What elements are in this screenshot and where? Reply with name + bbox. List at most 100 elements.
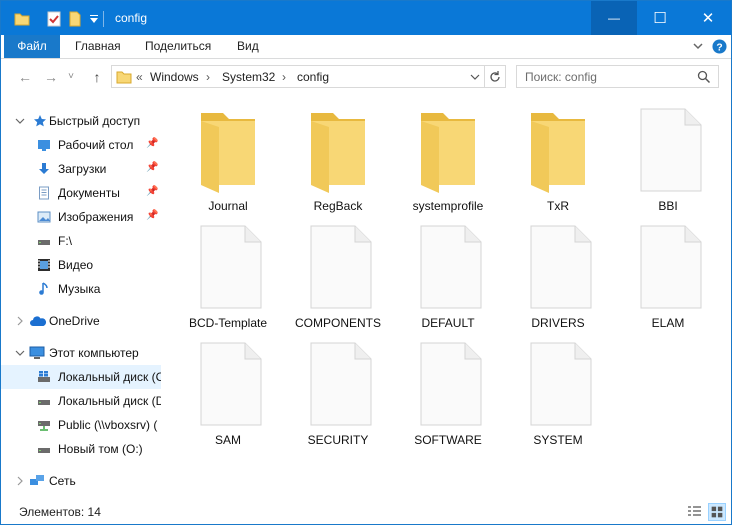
folder-icon (531, 113, 585, 193)
file-item[interactable]: BCD-Template (173, 216, 283, 330)
sidebar-item-pictures[interactable]: Изображения 📌 (1, 205, 161, 229)
maximize-button[interactable]: ☐ (637, 1, 683, 35)
network-drive-icon (38, 421, 50, 431)
refresh-icon[interactable] (488, 70, 502, 84)
recent-locations-button[interactable]: ˅ (65, 67, 77, 87)
details-view-icon[interactable] (685, 503, 703, 521)
sidebar-item-drive-o[interactable]: Новый том (O:) (1, 437, 161, 461)
forward-arrow-icon: → (44, 69, 58, 85)
folder-item[interactable]: RegBack (283, 99, 393, 213)
folder-item[interactable]: TxR (503, 99, 613, 213)
sidebar-item-quick-access[interactable]: Быстрый доступ (1, 109, 161, 133)
file-name: SOFTWARE (414, 433, 482, 447)
chevron-right-icon[interactable] (13, 314, 29, 328)
documents-icon (39, 186, 49, 200)
chevron-down-icon[interactable] (13, 346, 27, 360)
file-item[interactable]: BBI (613, 99, 723, 213)
ribbon-tabs: Файл Главная Поделиться Вид ? (1, 35, 731, 59)
sidebar-item-label: Новый том (O:) (58, 442, 143, 456)
sidebar-item-downloads[interactable]: Загрузки 📌 (1, 157, 161, 181)
sidebar-item-desktop[interactable]: Рабочий стол 📌 (1, 133, 161, 157)
sidebar-item-this-pc[interactable]: Этот компьютер (1, 341, 161, 365)
sidebar-item-label: Быстрый доступ (49, 114, 141, 128)
videos-icon (38, 259, 50, 271)
chevron-down-icon[interactable] (470, 72, 480, 82)
chevron-right-icon[interactable] (13, 474, 27, 488)
file-item[interactable]: SYSTEM (503, 333, 613, 447)
cloud-icon (30, 316, 47, 326)
desktop-icon (38, 140, 50, 151)
search-input[interactable]: Поиск: config (516, 65, 719, 88)
search-placeholder: Поиск: config (525, 70, 597, 84)
file-icon (310, 225, 372, 309)
up-button[interactable]: ↑ (87, 67, 107, 87)
file-name: TxR (547, 199, 569, 213)
file-item[interactable]: COMPONENTS (283, 216, 393, 330)
file-name: SAM (214, 433, 241, 447)
file-item[interactable]: SECURITY (283, 333, 393, 447)
folder-icon (116, 71, 132, 84)
sidebar-item-documents[interactable]: Документы 📌 (1, 181, 161, 205)
new-folder-icon[interactable] (67, 10, 85, 28)
pin-icon: 📌 (146, 162, 159, 173)
sidebar-item-network-share[interactable]: Public (\\vboxsrv) ( (1, 413, 161, 437)
sidebar-item-drive-c[interactable]: Локальный диск (C (1, 365, 161, 389)
breadcrumb-system32[interactable]: System32 (222, 70, 275, 84)
tab-share[interactable]: Поделиться (133, 35, 223, 58)
breadcrumb-separator[interactable]: › (282, 70, 286, 84)
sidebar-item-music[interactable]: Музыка (1, 277, 161, 301)
music-icon (39, 282, 48, 295)
minimize-icon: — (608, 11, 620, 25)
breadcrumb-config[interactable]: config (297, 70, 329, 84)
sidebar-item-onedrive[interactable]: OneDrive (1, 309, 161, 333)
minimize-button[interactable]: — (591, 1, 637, 35)
breadcrumb-windows[interactable]: Windows (150, 70, 199, 84)
drive-icon (38, 448, 50, 453)
sidebar-item-label: Видео (58, 258, 94, 272)
chevron-down-icon[interactable] (89, 10, 99, 28)
tab-file[interactable]: Файл (4, 35, 60, 58)
back-button[interactable]: ← (15, 67, 35, 87)
drive-icon (38, 240, 50, 245)
file-item[interactable]: SOFTWARE (393, 333, 503, 447)
sidebar-item-label: Сеть (49, 474, 76, 488)
file-name: DRIVERS (531, 316, 585, 330)
address-bar[interactable]: « Windows › System32 › config (111, 65, 506, 88)
sidebar-item-label: Музыка (58, 282, 101, 296)
up-arrow-icon: ↑ (93, 69, 101, 85)
chevron-down-icon[interactable] (13, 114, 27, 128)
chevron-down-icon: ˅ (68, 71, 74, 82)
sidebar-item-videos[interactable]: Видео (1, 253, 161, 277)
back-arrow-icon: ← (18, 69, 32, 85)
star-icon (34, 115, 46, 127)
sidebar-item-network[interactable]: Сеть (1, 469, 161, 493)
file-view: Journal RegBack systemprofile TxR BBI BCD-Tem… (173, 99, 729, 499)
file-item[interactable]: SAM (173, 333, 283, 447)
help-icon[interactable]: ? (712, 39, 727, 54)
maximize-icon: ☐ (653, 10, 667, 27)
file-icon (200, 225, 262, 309)
sidebar-item-label: Этот компьютер (49, 346, 139, 360)
folder-icon (14, 13, 30, 26)
breadcrumb-separator[interactable]: › (206, 70, 210, 84)
properties-icon[interactable] (45, 10, 63, 28)
expand-ribbon-icon[interactable] (691, 39, 705, 53)
large-icons-view-icon[interactable] (708, 503, 726, 521)
folder-item[interactable]: Journal (173, 99, 283, 213)
tab-view[interactable]: Вид (225, 35, 271, 58)
tab-home[interactable]: Главная (63, 35, 133, 58)
close-button[interactable]: ✕ (685, 1, 731, 35)
sidebar-item-label: Загрузки (58, 162, 107, 176)
file-item[interactable]: ELAM (613, 216, 723, 330)
file-icon (420, 225, 482, 309)
file-item[interactable]: DEFAULT (393, 216, 503, 330)
file-item[interactable]: DRIVERS (503, 216, 613, 330)
windows-drive-icon (38, 371, 50, 382)
close-icon: ✕ (701, 10, 715, 27)
sidebar-item-drive-d[interactable]: Локальный диск (D (1, 389, 161, 413)
sidebar-item-f-drive[interactable]: F:\ (1, 229, 161, 253)
forward-button[interactable]: → (41, 67, 61, 87)
file-name: ELAM (651, 316, 685, 330)
address-overflow[interactable]: « (136, 70, 143, 84)
folder-item[interactable]: systemprofile (393, 99, 503, 213)
